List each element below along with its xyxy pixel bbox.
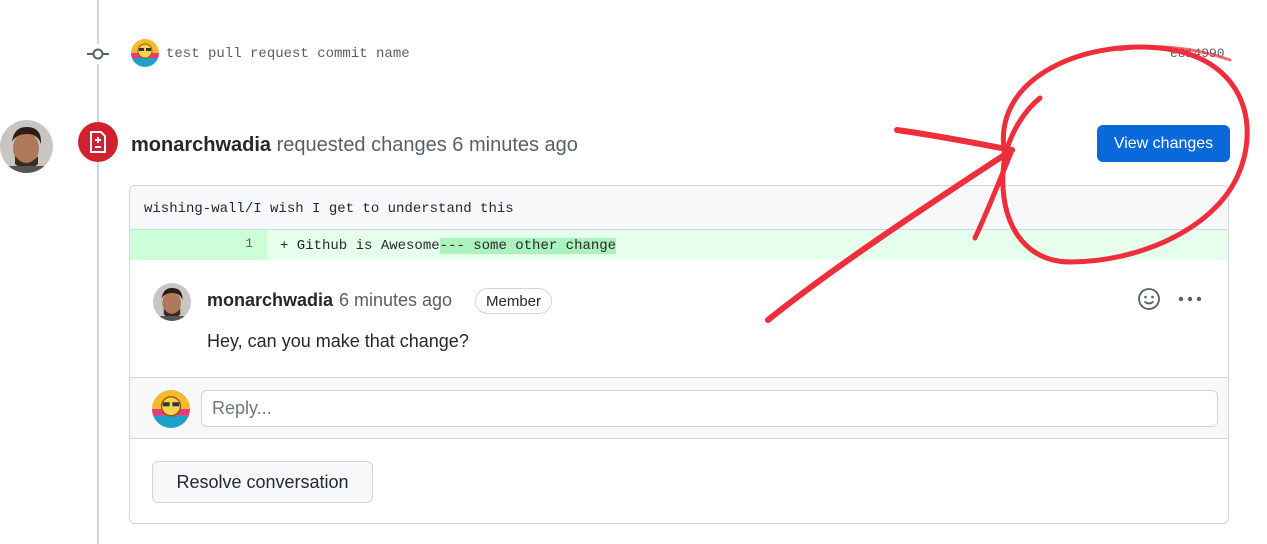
view-changes-button[interactable]: View changes — [1097, 125, 1230, 162]
commit-author-avatar[interactable] — [131, 39, 159, 67]
reviewer-avatar[interactable] — [0, 120, 53, 173]
resolve-conversation-button[interactable]: Resolve conversation — [152, 461, 373, 503]
review-action-text: requested changes 6 minutes ago — [271, 134, 578, 156]
diff-line-number[interactable]: 1 — [130, 230, 267, 260]
comment-body: Hey, can you make that change? — [207, 331, 469, 351]
diff-code: + Github is Awesome--- some other change — [280, 238, 617, 254]
diff-line: 1 + Github is Awesome--- some other chan… — [130, 230, 1228, 260]
git-commit-icon — [86, 44, 110, 64]
commit-sha[interactable]: e814990 — [1170, 46, 1225, 61]
file-diff-icon — [78, 122, 118, 162]
member-badge: Member — [475, 288, 553, 314]
review-thread: wishing-wall/I wish I get to understand … — [129, 185, 1229, 524]
reply-input[interactable] — [201, 390, 1218, 427]
timeline-line — [97, 0, 99, 544]
comment-author-avatar[interactable] — [153, 283, 191, 321]
current-user-avatar — [152, 390, 190, 428]
comment-timestamp[interactable]: 6 minutes ago — [339, 290, 452, 311]
commit-message[interactable]: test pull request commit name — [166, 46, 410, 62]
review-author-link[interactable]: monarchwadia — [131, 134, 271, 156]
comment-author-link[interactable]: monarchwadia — [207, 290, 333, 311]
kebab-icon[interactable] — [1177, 287, 1203, 311]
file-path[interactable]: wishing-wall/I wish I get to understand … — [130, 186, 1228, 230]
diff-code-added: + Github is Awesome — [280, 238, 440, 254]
review-header: monarchwadia requested changes 6 minutes… — [131, 134, 578, 157]
diff-code-highlight: --- some other change — [439, 238, 617, 254]
smiley-icon[interactable] — [1137, 287, 1161, 311]
reply-bar — [130, 377, 1228, 439]
